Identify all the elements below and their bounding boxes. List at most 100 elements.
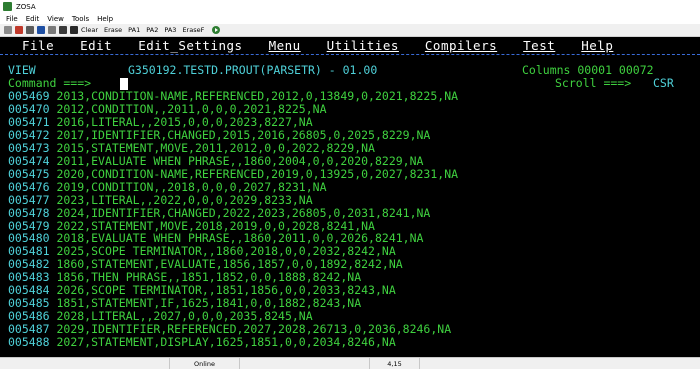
dataset-name: G350192.TESTD.PROUT(PARSETR) - 01.00 (128, 63, 378, 77)
line-number: 005483 (8, 270, 50, 285)
line-text: 2028,LITERAL,,2027,0,0,0,2035,8245,NA (56, 309, 313, 324)
menu-help[interactable]: Help (97, 15, 113, 23)
line-text: 2011,EVALUATE WHEN PHRASE,,1860,2004,0,0… (56, 153, 424, 168)
ispf-menu-edit[interactable]: Edit (80, 38, 112, 53)
line-number: 005480 (8, 231, 50, 246)
line-text: 2020,CONDITION-NAME,REFERENCED,2019,0,13… (56, 166, 459, 181)
line-number: 005479 (8, 218, 50, 233)
line-number: 005472 (8, 127, 50, 142)
table-row[interactable]: 005481 2025,SCOPE TERMINATOR,,1860,2018,… (8, 245, 396, 258)
ispf-menu-utilities[interactable]: Utilities (327, 38, 399, 53)
line-number: 005473 (8, 140, 50, 155)
line-text: 1851,STATEMENT,IF,1625,1841,0,0,1882,824… (56, 296, 362, 311)
table-row[interactable]: 005477 2023,LITERAL,,2022,0,0,0,2029,823… (8, 192, 313, 207)
pa2-button[interactable]: PA2 (146, 26, 158, 34)
monitor-icon[interactable] (70, 26, 78, 34)
line-number: 005488 (8, 335, 50, 350)
line-number: 005478 (8, 205, 50, 220)
ispf-menu-file[interactable]: File (22, 38, 54, 53)
status-bar: Online 4,15 (0, 357, 700, 369)
table-row[interactable]: 005487 2029,IDENTIFIER,REFERENCED,2027,2… (8, 323, 451, 336)
line-text: 2027,STATEMENT,DISPLAY,1625,1851,0,0,203… (56, 335, 396, 350)
print-icon[interactable] (4, 26, 12, 34)
table-row[interactable]: 005478 2024,IDENTIFIER,CHANGED,2022,2023… (8, 205, 431, 220)
line-number: 005485 (8, 296, 50, 311)
app-icon (3, 2, 12, 11)
copy-icon[interactable] (48, 26, 56, 34)
table-row[interactable]: 005483 1856,THEN PHRASE,,1851,1852,0,0,1… (8, 271, 361, 284)
record-icon[interactable] (15, 26, 23, 34)
table-row[interactable]: 005480 2018,EVALUATE WHEN PHRASE,,1860,2… (8, 232, 423, 245)
pa3-button[interactable]: PA3 (164, 26, 176, 34)
ispf-menu-compilers[interactable]: Compilers (425, 38, 497, 53)
line-number: 005477 (8, 192, 50, 207)
erasef-button[interactable]: EraseF (182, 26, 204, 34)
line-text: 2019,CONDITION,,2018,0,0,0,2027,8231,NA (56, 179, 327, 194)
table-row[interactable]: 005482 1860,STATEMENT,EVALUATE,1856,1857… (8, 258, 403, 271)
menu-edit[interactable]: Edit (26, 15, 40, 23)
window-titlebar: ZOSA (0, 0, 700, 13)
paste-icon[interactable] (59, 26, 67, 34)
line-text: 2017,IDENTIFIER,CHANGED,2015,2016,26805,… (56, 127, 431, 142)
menu-file[interactable]: File (6, 15, 18, 23)
line-number: 005469 (8, 89, 50, 103)
ispf-menu-bar: File Edit Edit_Settings Menu Utilities C… (0, 37, 700, 53)
menu-separator (0, 54, 700, 55)
ispf-menu-help[interactable]: Help (581, 38, 613, 53)
scroll-label: Scroll ===> (555, 76, 632, 90)
line-text: 2026,SCOPE TERMINATOR,,1851,1856,0,0,203… (56, 283, 396, 298)
keyboard-icon[interactable] (26, 26, 34, 34)
line-text: 2016,LITERAL,,2015,0,0,0,2023,8227,NA (56, 114, 313, 129)
table-row[interactable]: 005470 2012,CONDITION,,2011,0,0,0,2021,8… (8, 101, 327, 116)
line-number: 005482 (8, 257, 50, 272)
line-text: 1860,STATEMENT,EVALUATE,1856,1857,0,0,18… (56, 257, 403, 272)
connection-status: Online (170, 357, 240, 369)
line-number: 005481 (8, 244, 50, 259)
text-cursor (120, 77, 128, 90)
menu-tools[interactable]: Tools (72, 15, 89, 23)
table-row[interactable]: 005475 2020,CONDITION-NAME,REFERENCED,20… (8, 166, 459, 181)
ispf-menu-edit-settings[interactable]: Edit_Settings (138, 38, 242, 53)
ispf-menu-test[interactable]: Test (523, 38, 555, 53)
line-text: 2023,LITERAL,,2022,0,0,0,2029,8233,NA (56, 192, 313, 207)
status-cell-empty-2 (240, 357, 370, 369)
table-row[interactable]: 005471 2016,LITERAL,,2015,0,0,0,2023,822… (8, 114, 313, 129)
table-row[interactable]: 005485 1851,STATEMENT,IF,1625,1841,0,0,1… (8, 297, 361, 310)
clear-button[interactable]: Clear (81, 26, 98, 34)
toolbar: Clear Erase PA1 PA2 PA3 EraseF (0, 24, 700, 37)
table-row[interactable]: 005472 2017,IDENTIFIER,CHANGED,2015,2016… (8, 127, 431, 142)
run-icon[interactable] (212, 26, 221, 34)
scroll-value[interactable]: CSR (653, 77, 674, 90)
terminal-screen[interactable]: File Edit Edit_Settings Menu Utilities C… (0, 37, 700, 357)
ispf-menu-menu[interactable]: Menu (269, 38, 301, 53)
line-text: 2029,IDENTIFIER,REFERENCED,2027,2028,267… (56, 322, 452, 337)
table-row[interactable]: 005486 2028,LITERAL,,2027,0,0,0,2035,824… (8, 310, 313, 323)
line-text: 2012,CONDITION,,2011,0,0,0,2021,8225,NA (56, 101, 327, 116)
app-menubar: File Edit View Tools Help (0, 13, 700, 24)
table-row[interactable]: 005488 2027,STATEMENT,DISPLAY,1625,1851,… (8, 336, 396, 349)
line-number: 005484 (8, 283, 50, 298)
pa1-button[interactable]: PA1 (128, 26, 140, 34)
save-icon[interactable] (37, 26, 45, 34)
line-text: 2018,EVALUATE WHEN PHRASE,,1860,2011,0,0… (56, 231, 424, 246)
line-number: 005486 (8, 309, 50, 324)
line-number: 005487 (8, 322, 50, 337)
status-cell-empty (0, 357, 170, 369)
erase-button[interactable]: Erase (104, 26, 122, 34)
line-text: 2025,SCOPE TERMINATOR,,1860,2018,0,0,203… (56, 244, 396, 259)
table-row[interactable]: 005473 2015,STATEMENT,MOVE,2011,2012,0,0… (8, 140, 375, 155)
line-text: 2022,STATEMENT,MOVE,2018,2019,0,0,2028,8… (56, 218, 375, 233)
line-number: 005470 (8, 101, 50, 116)
menu-view[interactable]: View (47, 15, 64, 23)
line-number: 005476 (8, 179, 50, 194)
line-number: 005474 (8, 153, 50, 168)
table-row[interactable]: 005476 2019,CONDITION,,2018,0,0,0,2027,8… (8, 179, 327, 194)
line-number: 005471 (8, 114, 50, 129)
line-text: 2013,CONDITION-NAME,REFERENCED,2012,0,13… (56, 89, 459, 103)
window-title: ZOSA (16, 2, 36, 11)
cursor-position: 4,15 (370, 357, 420, 369)
line-text: 2015,STATEMENT,MOVE,2011,2012,0,0,2022,8… (56, 140, 375, 155)
line-number: 005475 (8, 166, 50, 181)
line-text: 2024,IDENTIFIER,CHANGED,2022,2023,26805,… (56, 205, 431, 220)
line-text: 1856,THEN PHRASE,,1851,1852,0,0,1888,824… (56, 270, 362, 285)
